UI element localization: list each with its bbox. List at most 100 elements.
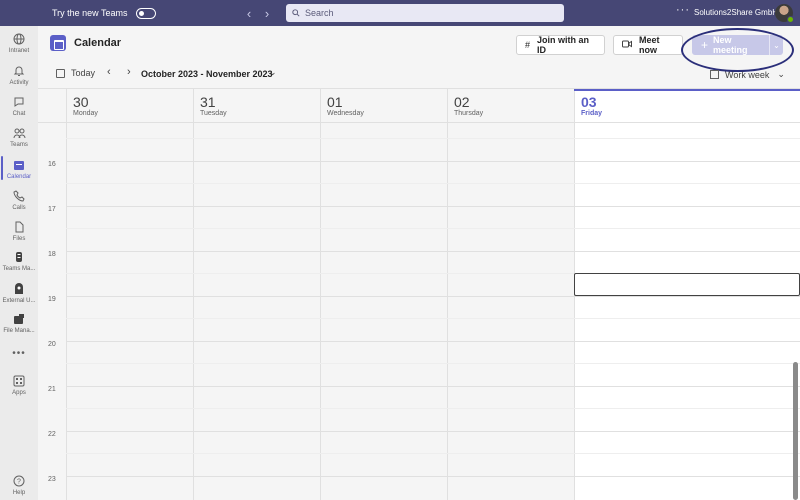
day-number: 30	[73, 94, 89, 110]
file-icon	[12, 220, 26, 234]
rail-label: Chat	[12, 111, 26, 117]
hour-label: 16	[48, 161, 56, 168]
rail-item-activity[interactable]: Activity	[0, 64, 38, 86]
day-column[interactable]	[193, 123, 320, 500]
selected-time-slot[interactable]	[574, 273, 800, 296]
half-hour-line	[66, 183, 800, 184]
day-number: 02	[454, 94, 470, 110]
rail-item-calendar[interactable]: Calendar	[0, 156, 38, 180]
rail-label: Calls	[12, 205, 26, 211]
day-header[interactable]: 30 Monday	[66, 89, 193, 123]
rail-item-file-manager[interactable]: File Mana...	[0, 312, 38, 334]
try-new-teams: Try the new Teams	[52, 0, 156, 26]
rail-item-calls[interactable]: Calls	[0, 189, 38, 211]
hour-label: 22	[48, 431, 56, 438]
rail-label: Teams	[10, 142, 28, 148]
today-button[interactable]: Today	[56, 68, 95, 78]
try-new-teams-toggle[interactable]	[135, 7, 156, 19]
rail-item-teams[interactable]: Teams	[0, 126, 38, 148]
calendar-today-icon	[56, 68, 65, 78]
presence-status-icon	[787, 16, 794, 23]
half-hour-line	[66, 228, 800, 229]
chevron-down-icon: ⌄	[777, 69, 785, 79]
hash-icon: #	[525, 40, 531, 50]
join-with-id-label: Join with an ID	[537, 35, 590, 55]
hour-label: 20	[48, 341, 56, 348]
rail-label: Activity	[9, 80, 29, 86]
day-name: Tuesday	[200, 110, 227, 117]
rail-item-apps[interactable]: Apps	[0, 374, 38, 396]
day-name: Thursday	[454, 110, 484, 117]
next-period-icon[interactable]: ›	[127, 66, 131, 78]
day-column[interactable]	[447, 123, 574, 500]
calendar-app-icon	[50, 35, 66, 51]
history-nav: ‹ ›	[244, 0, 272, 26]
day-header[interactable]: 01 Wednesday	[320, 89, 447, 123]
rail-label: Calendar	[6, 174, 32, 180]
meet-now-button[interactable]: Meet now	[613, 35, 683, 55]
day-header[interactable]: 02 Thursday	[447, 89, 574, 123]
app-rail: Intranet Activity Chat Teams Calendar Ca…	[0, 26, 38, 500]
bell-icon	[12, 64, 26, 78]
hour-label: 21	[48, 386, 56, 393]
date-range-label[interactable]: October 2023 - November 2023	[141, 69, 273, 79]
view-selector[interactable]: Work week ⌄	[710, 69, 785, 80]
file-manager-icon	[12, 312, 26, 326]
today-label: Today	[71, 68, 96, 78]
hour-label: 19	[48, 296, 56, 303]
rail-item-external-user[interactable]: External U...	[0, 282, 38, 304]
rail-item-chat[interactable]: Chat	[0, 95, 38, 117]
half-hour-line	[66, 363, 800, 364]
half-hour-line	[66, 318, 800, 319]
rail-item-help[interactable]: ? Help	[0, 474, 38, 496]
chevron-down-icon[interactable]: ⌄	[269, 67, 277, 78]
search-input[interactable]: Search	[286, 4, 564, 22]
day-column[interactable]	[320, 123, 447, 500]
hour-line	[66, 161, 800, 162]
hour-line	[66, 251, 800, 252]
calendar-view-icon	[710, 70, 719, 79]
rail-item-more[interactable]: •••	[0, 346, 38, 360]
rail-label: Teams Ma...	[2, 266, 36, 272]
teams-manager-icon	[12, 250, 26, 264]
tenant-name[interactable]: Solutions2Share GmbH	[694, 8, 778, 17]
rail-item-intranet[interactable]: Intranet	[0, 32, 38, 54]
calendar-scrollbar[interactable]	[793, 362, 798, 500]
rail-label: Apps	[12, 390, 26, 396]
forward-arrow-icon[interactable]: ›	[262, 6, 272, 21]
half-hour-line	[66, 453, 800, 454]
day-column[interactable]	[66, 123, 193, 500]
hour-line	[66, 431, 800, 432]
day-number: 03	[581, 94, 597, 110]
hour-line	[66, 341, 800, 342]
teams-icon	[12, 126, 26, 140]
chat-icon	[12, 95, 26, 109]
help-icon: ?	[12, 474, 26, 488]
hour-line	[66, 476, 800, 477]
svg-text:?: ?	[17, 479, 21, 486]
meet-now-label: Meet now	[639, 35, 660, 55]
day-header-today[interactable]: 03 Friday	[574, 89, 800, 123]
hour-line	[66, 296, 800, 297]
day-header[interactable]: 31 Tuesday	[193, 89, 320, 123]
calendar-grid: 30 Monday 31 Tuesday 01 Wednesday 02 Thu…	[38, 88, 800, 500]
back-arrow-icon[interactable]: ‹	[244, 6, 254, 21]
rail-label: Intranet	[8, 48, 30, 54]
more-icon: •••	[12, 347, 26, 359]
rail-item-teams-manager[interactable]: Teams Ma...	[0, 250, 38, 272]
hour-line	[66, 206, 800, 207]
view-label: Work week	[725, 69, 770, 80]
hour-label: 23	[48, 476, 56, 483]
join-with-id-button[interactable]: # Join with an ID	[516, 35, 605, 55]
try-new-teams-label: Try the new Teams	[52, 8, 128, 18]
day-name: Monday	[73, 110, 98, 117]
more-options-icon[interactable]: ···	[676, 4, 690, 16]
rail-label: File Mana...	[3, 328, 35, 334]
rail-label: External U...	[2, 298, 36, 304]
rail-item-files[interactable]: Files	[0, 220, 38, 242]
day-column-today[interactable]	[574, 123, 800, 500]
calendar-toolbar: Today ‹ › October 2023 - November 2023 ⌄…	[38, 62, 800, 88]
calendar-header: Calendar # Join with an ID Meet now + Ne…	[38, 26, 800, 72]
previous-period-icon[interactable]: ‹	[107, 66, 111, 78]
video-camera-icon	[622, 40, 632, 50]
